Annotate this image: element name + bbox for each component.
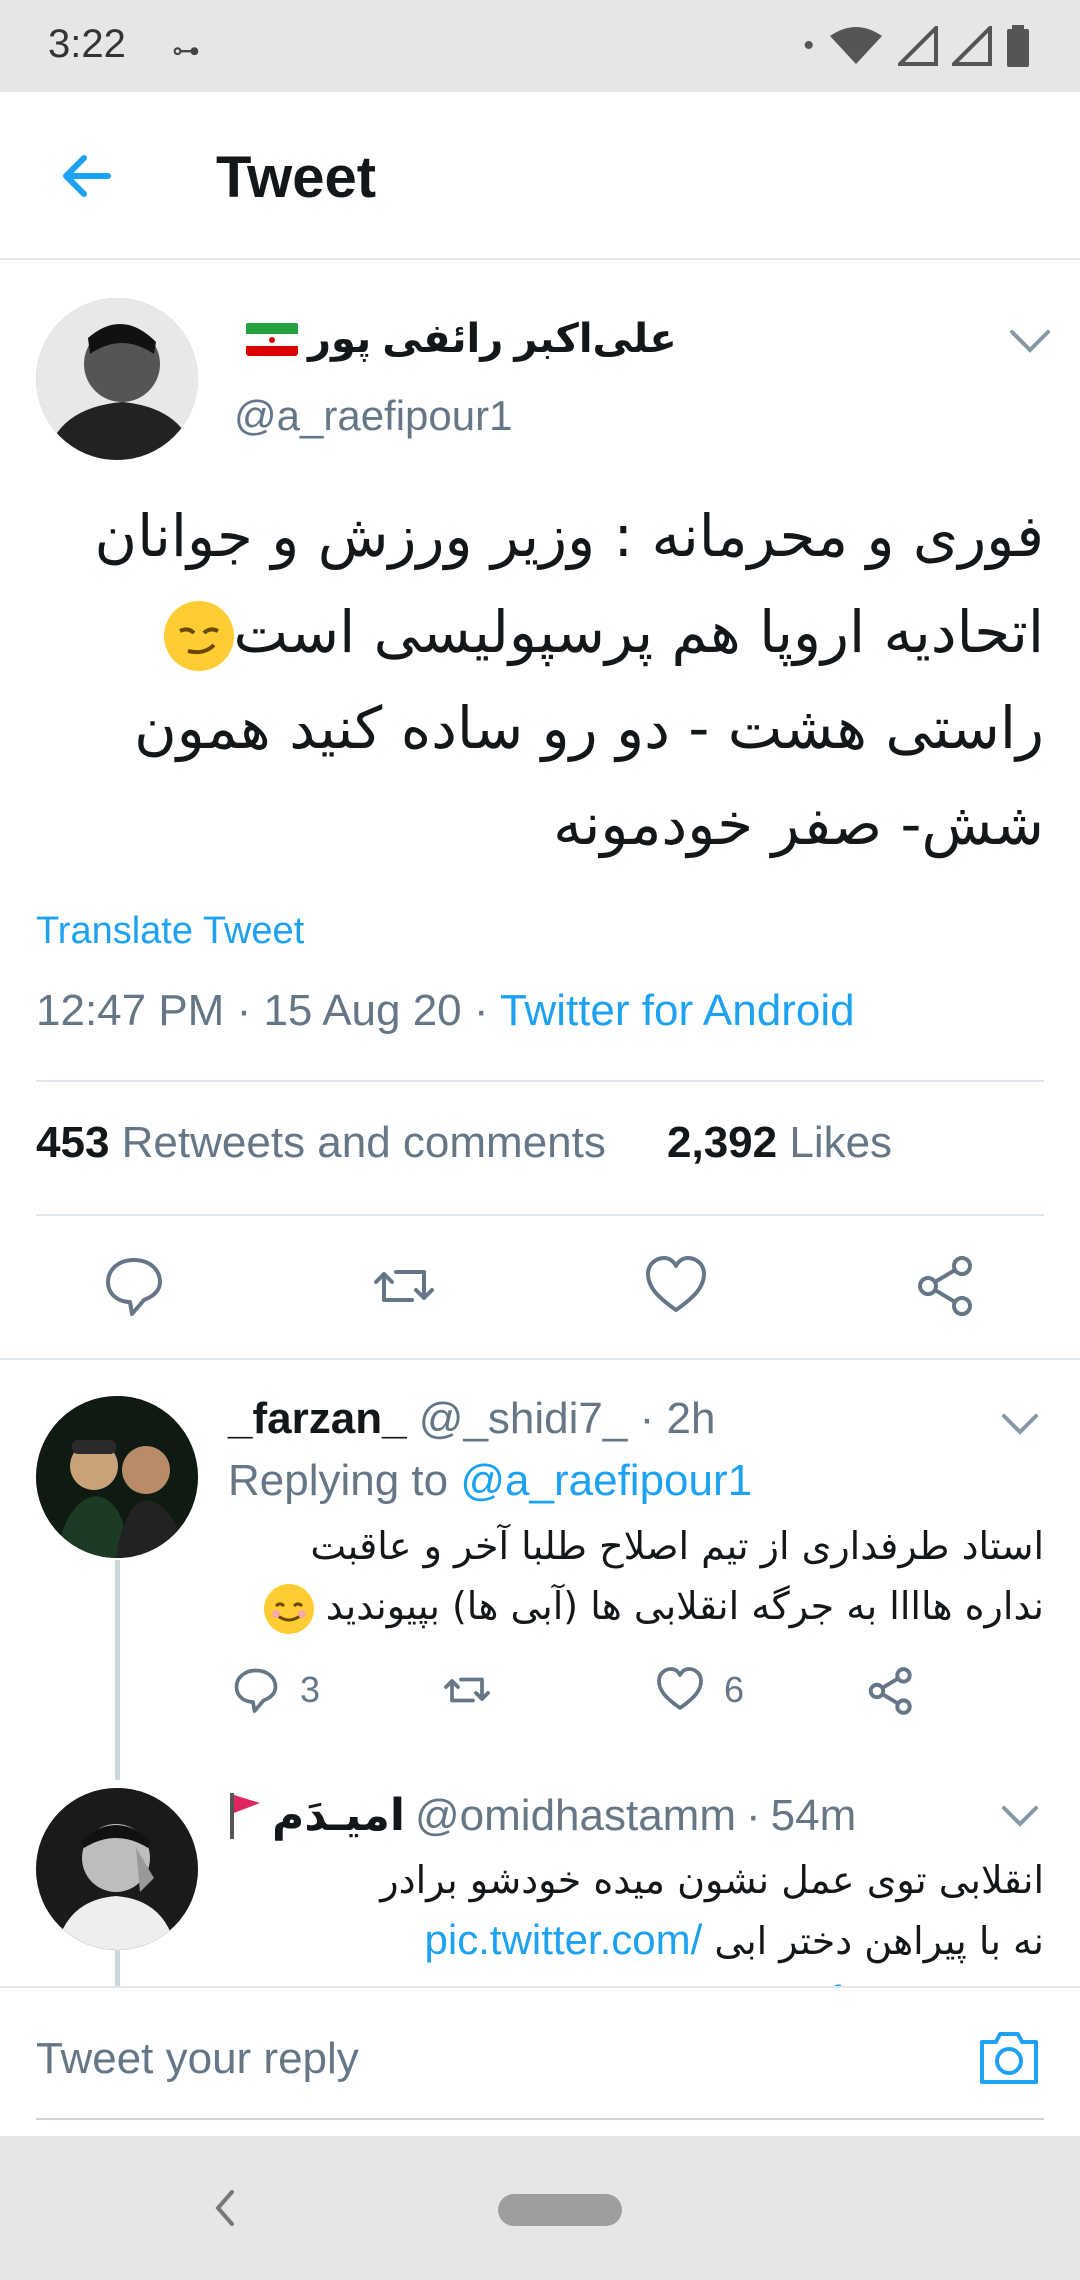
- reply-like-action[interactable]: 6: [656, 1666, 744, 1714]
- red-flag-icon: [230, 1792, 260, 1839]
- status-time: 3:22: [48, 22, 126, 66]
- nav-back-icon[interactable]: [210, 2186, 240, 2230]
- tweet-time: 12:47 PM: [36, 986, 225, 1035]
- retweet-icon[interactable]: [372, 1254, 436, 1318]
- reply-comment-action[interactable]: 3: [232, 1666, 320, 1714]
- reply-text: انقلابی توی عمل نشون میده خودشو برادر نه…: [228, 1850, 1044, 1986]
- retweets-stat[interactable]: 453 Retweets and comments: [36, 1118, 606, 1167]
- reply-avatar[interactable]: [36, 1788, 198, 1950]
- replying-to-handle[interactable]: @a_raefipour1: [460, 1456, 752, 1505]
- author-display-name: علی‌اکبر رائفی پور: [308, 317, 677, 361]
- reply-author-handle[interactable]: @_shidi7_: [419, 1394, 628, 1443]
- retweet-icon[interactable]: [440, 1666, 494, 1714]
- divider: [36, 1214, 1044, 1216]
- reply-age: 2h: [666, 1394, 716, 1443]
- share-icon[interactable]: [866, 1666, 916, 1716]
- tweet-text-line: راستی هشت - دو رو ساده کنید همون: [134, 694, 1044, 762]
- smirk-emoji-icon: [163, 600, 234, 671]
- reply-tweet[interactable]: _farzan_ @_shidi7_ · 2h Replying to @a_r…: [0, 1360, 1080, 1780]
- reply-compose-bar: Tweet your reply: [0, 1986, 1080, 2136]
- likes-stat[interactable]: 2,392 Likes: [667, 1118, 892, 1167]
- tweet-text: فوری و محرمانه : وزیر ورزش و جوانان اتحا…: [80, 488, 1044, 872]
- iran-flag-icon: [246, 322, 298, 356]
- tweet-actions: [0, 1254, 1080, 1364]
- app-bar: Tweet: [0, 92, 1080, 260]
- reply-text-line-2: نداره هاااا به جرگه انقلابی ها (آبی ها) …: [228, 1576, 1044, 1636]
- chevron-down-icon[interactable]: [1008, 326, 1052, 356]
- tweet-date: 15 Aug 20: [263, 986, 462, 1035]
- tweet-text-line: فوری و محرمانه : وزیر ورزش و جوانان: [94, 502, 1044, 570]
- signal-icon: [898, 26, 938, 66]
- system-nav-bar: [0, 2136, 1080, 2280]
- pic-link[interactable]: pic.twitter.com/: [425, 1916, 703, 1963]
- tweet-text-line-2: اتحادیه اروپا هم پرسپولیسی است: [80, 584, 1044, 680]
- battery-icon: [1007, 25, 1029, 67]
- page-title: Tweet: [216, 145, 377, 210]
- share-icon[interactable]: [914, 1254, 978, 1318]
- author-handle[interactable]: @a_raefipour1: [234, 392, 512, 440]
- reply-author-name[interactable]: امیـدَم: [272, 1790, 405, 1841]
- reply-author-name[interactable]: _farzan_: [228, 1394, 407, 1443]
- tweet-source-link[interactable]: Twitter for Android: [500, 986, 855, 1035]
- pic-link-overflow[interactable]: 4frzmBK9Ne: [228, 1971, 1044, 1986]
- back-arrow-icon[interactable]: [56, 146, 116, 206]
- reply-comment-count: 3: [300, 1669, 321, 1710]
- reply-text-line: انقلابی توی عمل نشون میده خودشو برادر: [380, 1858, 1044, 1902]
- reply-like-count: 6: [724, 1669, 745, 1710]
- signal-x-icon: [952, 26, 992, 66]
- like-heart-icon: [657, 1667, 703, 1710]
- input-underline: [36, 2118, 1044, 2120]
- like-heart-icon[interactable]: [644, 1254, 708, 1318]
- nav-home-pill[interactable]: [498, 2194, 622, 2226]
- translate-tweet-link[interactable]: Translate Tweet: [36, 910, 304, 953]
- reply-avatar[interactable]: [36, 1396, 198, 1558]
- chevron-down-icon[interactable]: [1000, 1410, 1040, 1438]
- wifi-icon: [830, 27, 882, 64]
- author-name[interactable]: علی‌اکبر رائفی پور: [246, 316, 677, 362]
- reply-header: امیـدَم @omidhastamm · 54m: [228, 1790, 856, 1841]
- tweet-stats: 453 Retweets and comments 2,392 Likes: [36, 1118, 892, 1168]
- divider: [36, 1080, 1044, 1082]
- reply-tweet[interactable]: امیـدَم @omidhastamm · 54m انقلابی توی ع…: [0, 1780, 1080, 1986]
- replying-label: Replying to: [228, 1456, 449, 1505]
- smiling-emoji-icon: [263, 1583, 314, 1634]
- reply-text-line: استاد طرفداری از تیم اصلاح طلبا آخر و عا…: [310, 1524, 1044, 1568]
- chevron-down-icon[interactable]: [1000, 1802, 1040, 1830]
- vpn-key-icon: ⊶: [172, 35, 200, 66]
- tweet-meta: 12:47 PM · 15 Aug 20 · Twitter for Andro…: [36, 986, 855, 1035]
- author-avatar[interactable]: [36, 298, 198, 460]
- reply-text-line-2: نه با پیراهن دختر ابی pic.twitter.com/: [424, 1916, 1044, 1963]
- status-bar: 3:22 ⊶ •: [0, 0, 1080, 92]
- status-icons: •: [803, 20, 1030, 72]
- reply-age: 54m: [770, 1790, 857, 1840]
- tweet-text-line: شش- صفر خودمونه: [553, 790, 1044, 858]
- notification-dot-icon: •: [803, 29, 814, 62]
- replying-to: Replying to @a_raefipour1: [228, 1456, 752, 1506]
- camera-icon[interactable]: [978, 2028, 1040, 2086]
- reply-header: _farzan_ @_shidi7_ · 2h: [228, 1394, 716, 1443]
- reply-input[interactable]: Tweet your reply: [36, 2034, 359, 2084]
- reply-icon: [234, 1668, 278, 1713]
- reply-icon[interactable]: [102, 1254, 166, 1318]
- reply-text: استاد طرفداری از تیم اصلاح طلبا آخر و عا…: [228, 1516, 1044, 1636]
- reply-author-handle[interactable]: @omidhastamm: [415, 1791, 736, 1841]
